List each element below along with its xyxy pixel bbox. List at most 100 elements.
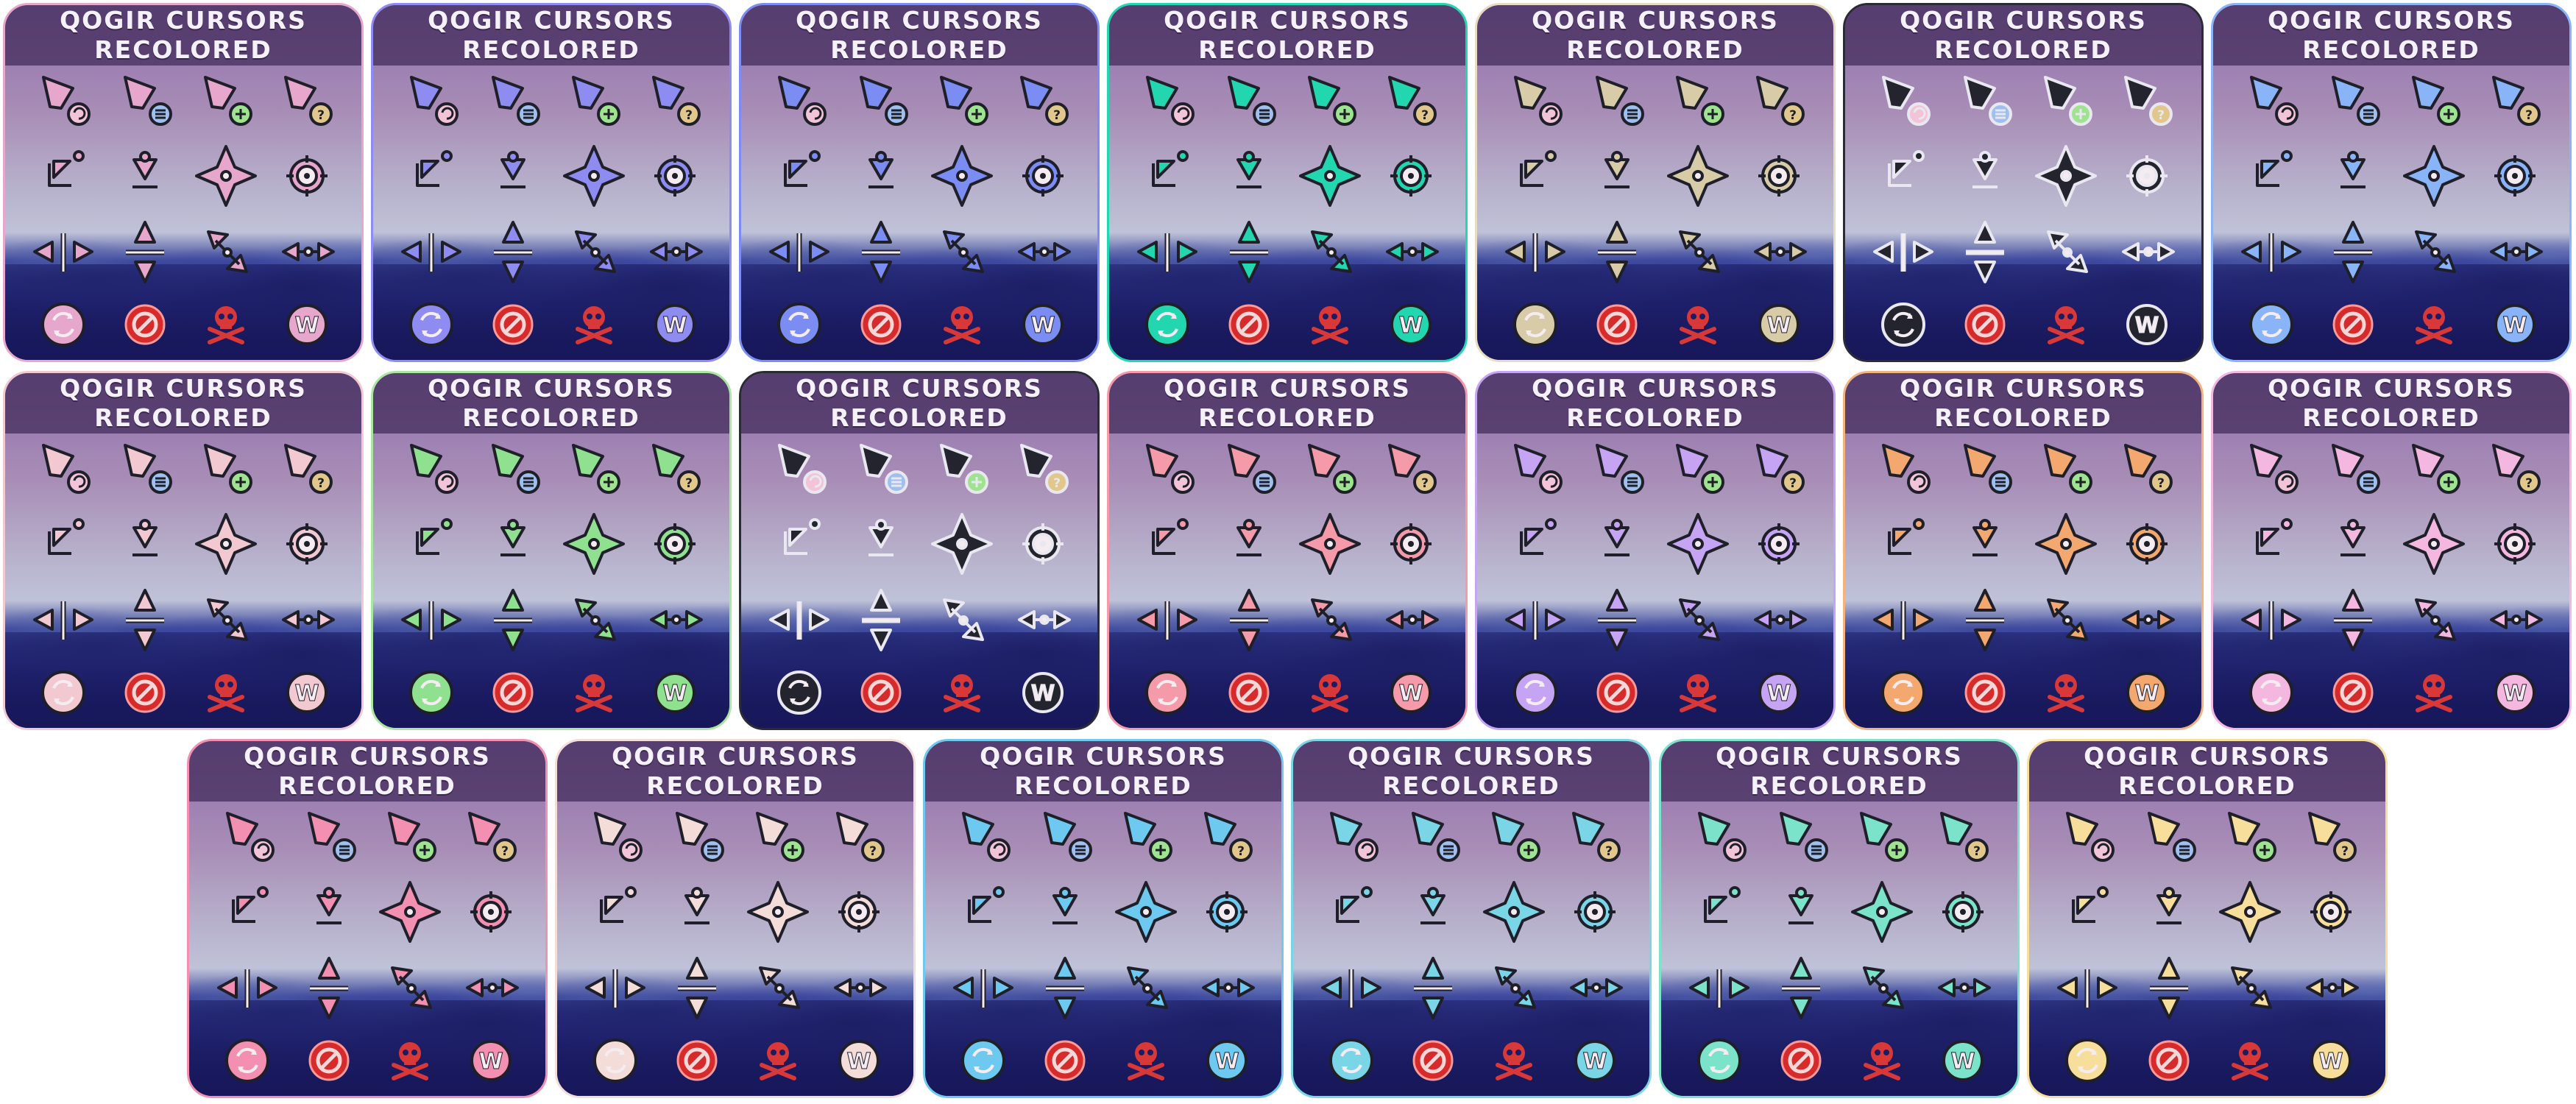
svg-text:W: W [846, 1049, 871, 1075]
not-allowed-icon [308, 1040, 350, 1081]
resize-horizontal-icon [769, 601, 829, 640]
context-menu-pointer-icon [1964, 76, 2012, 126]
skull-icon [1496, 1042, 1532, 1080]
crosshair-icon [286, 155, 328, 197]
help-pointer-icon: ? [1756, 444, 1805, 494]
resize-column-icon [282, 242, 335, 261]
resize-column-icon [2306, 978, 2359, 997]
window-kill-icon: W [1022, 304, 1064, 345]
resize-column-icon [1570, 978, 1623, 997]
move-icon [195, 145, 257, 207]
loading-icon [1697, 1038, 1741, 1083]
drop-down-icon [1420, 887, 1446, 924]
drop-down-icon [2340, 519, 2366, 556]
svg-text:W: W [2134, 313, 2159, 339]
resize-column-icon [650, 242, 703, 261]
help-pointer-icon: ? [284, 444, 333, 494]
resize-vertical-icon [494, 589, 532, 651]
window-kill-icon: W [1390, 304, 1432, 345]
resize-horizontal-icon [1321, 969, 1381, 1008]
window-kill-icon: W [1574, 1040, 1616, 1081]
resize-horizontal-icon [2057, 969, 2117, 1008]
move-icon [1299, 513, 1361, 575]
not-allowed-icon [860, 304, 902, 345]
loading-icon [593, 1038, 637, 1083]
skull-icon [1312, 306, 1348, 344]
move-icon [1299, 145, 1361, 207]
resize-corner-icon [48, 518, 85, 555]
context-menu-pointer-icon [676, 812, 724, 862]
resize-vertical-icon [1230, 221, 1268, 283]
skull-icon [2416, 306, 2452, 344]
loading-icon [777, 670, 821, 715]
crosshair-icon [2494, 523, 2536, 565]
help-pointer-icon: ? [284, 76, 333, 126]
resize-corner-icon [1520, 518, 1557, 555]
svg-text:?: ? [685, 476, 693, 491]
busy-pointer-icon [1882, 76, 1931, 126]
resize-diagonal-icon [2231, 966, 2272, 1009]
resize-corner-icon [1336, 886, 1373, 923]
crosshair-icon [1942, 891, 1984, 933]
resize-column-icon [1018, 242, 1071, 261]
cursor-theme-card: QOGIR CURSORS RECOLORED ? W [1659, 739, 2020, 1098]
help-pointer-icon: ? [1204, 812, 1253, 862]
skull-icon [1680, 306, 1716, 344]
loading-icon [961, 1038, 1005, 1083]
crosshair-icon [2494, 155, 2536, 197]
help-pointer-icon: ? [2492, 76, 2541, 126]
cursor-theme-card: QOGIR CURSORS RECOLORED ? W [1843, 371, 2204, 730]
svg-text:?: ? [1789, 108, 1797, 123]
loading-icon [1145, 670, 1189, 715]
window-kill-icon: W [2126, 304, 2168, 345]
window-kill-icon: W [2126, 672, 2168, 713]
crosshair-icon [1022, 155, 1064, 197]
move-icon [931, 513, 993, 575]
drop-down-icon [1604, 151, 1630, 188]
resize-vertical-icon [310, 957, 348, 1019]
resize-column-icon [1938, 978, 1991, 997]
copy-pointer-icon [204, 444, 252, 494]
cursor-icon-set: ? W [2241, 76, 2543, 347]
busy-pointer-icon [226, 812, 275, 862]
drop-down-icon [684, 887, 710, 924]
resize-vertical-icon [1966, 221, 2004, 283]
resize-corner-icon [1520, 150, 1557, 187]
crosshair-icon [2126, 523, 2168, 565]
svg-text:W: W [1030, 681, 1055, 707]
drop-down-icon [1052, 887, 1078, 924]
window-kill-icon: W [286, 672, 328, 713]
window-kill-icon: W [1390, 672, 1432, 713]
skull-icon [208, 306, 244, 344]
move-icon [2035, 513, 2097, 575]
svg-text:?: ? [869, 844, 877, 859]
drop-down-icon [500, 151, 526, 188]
crosshair-icon [470, 891, 512, 933]
resize-horizontal-icon [953, 969, 1013, 1008]
resize-corner-icon [1888, 150, 1925, 187]
busy-pointer-icon [1698, 812, 1747, 862]
cursor-theme-card: QOGIR CURSORS RECOLORED ? W [1291, 739, 1652, 1098]
window-kill-icon: W [654, 304, 696, 345]
svg-text:?: ? [1605, 844, 1613, 859]
resize-horizontal-icon [33, 233, 93, 272]
svg-text:?: ? [1973, 844, 1981, 859]
cursor-icon-set: ? W [769, 444, 1071, 715]
resize-corner-icon [2256, 518, 2293, 555]
resize-vertical-icon [1414, 957, 1452, 1019]
resize-corner-icon [416, 518, 453, 555]
resize-corner-icon [1152, 150, 1189, 187]
help-pointer-icon: ? [652, 444, 701, 494]
svg-text:?: ? [685, 108, 693, 123]
resize-vertical-icon [1598, 221, 1636, 283]
svg-text:?: ? [317, 108, 325, 123]
context-menu-pointer-icon [492, 76, 540, 126]
drop-down-icon [868, 519, 894, 556]
resize-horizontal-icon [1505, 233, 1565, 272]
resize-horizontal-icon [1873, 601, 1933, 640]
move-icon [931, 145, 993, 207]
move-icon [1667, 145, 1729, 207]
context-menu-pointer-icon [860, 76, 908, 126]
loading-icon [1513, 302, 1557, 347]
skull-icon [944, 306, 980, 344]
